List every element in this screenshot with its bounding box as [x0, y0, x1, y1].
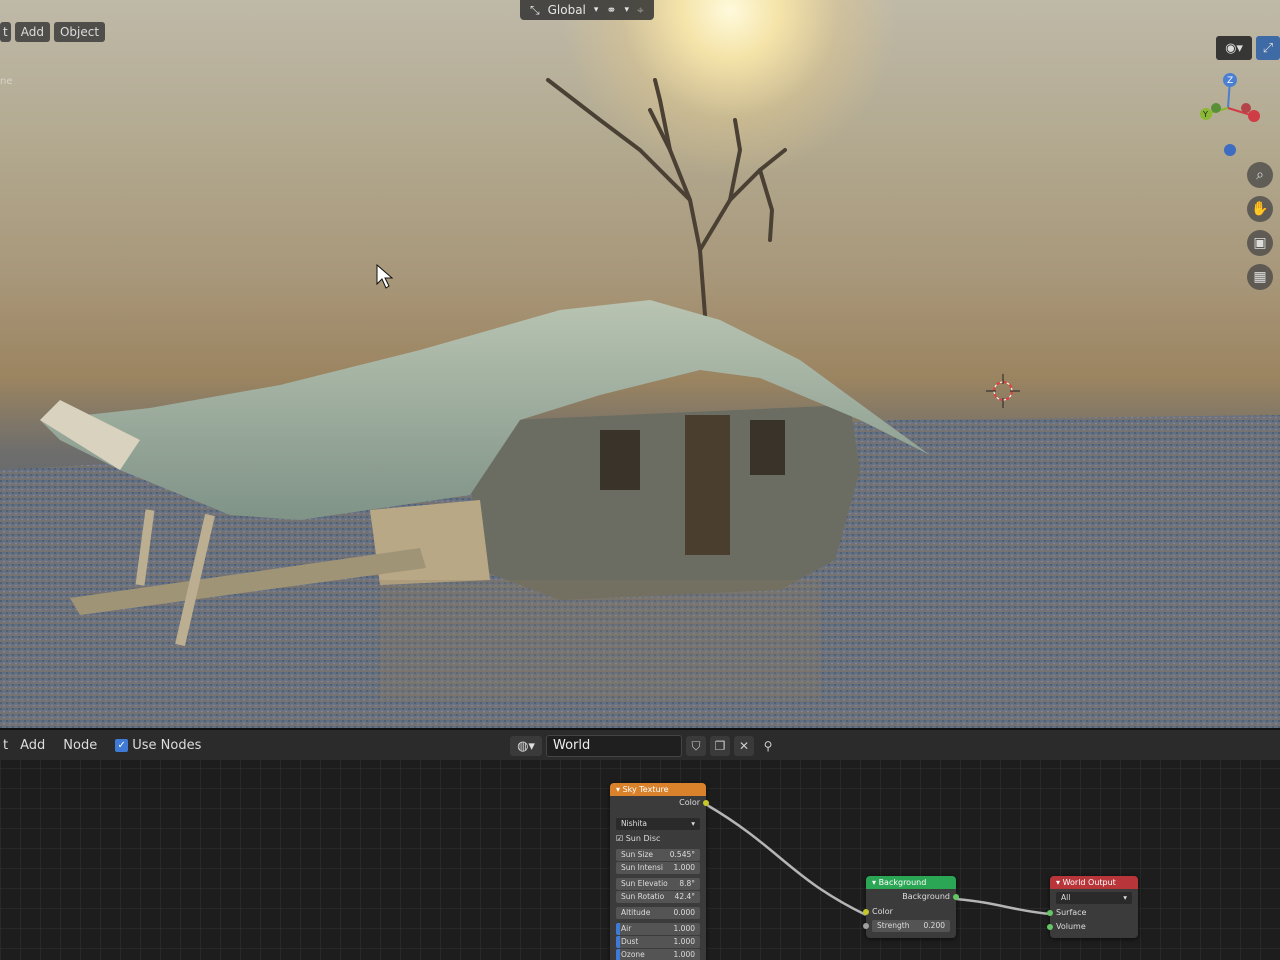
- gizmo-icon: ⤢: [1262, 40, 1274, 56]
- strength-field[interactable]: Strength 0.200: [863, 920, 950, 932]
- dust-field[interactable]: Dust 1.000: [616, 936, 700, 948]
- chevron-down-icon: ▾: [1123, 893, 1127, 902]
- camera-icon[interactable]: ▣: [1247, 230, 1273, 256]
- output-target-value: All: [1061, 893, 1071, 902]
- chevron-down-icon: ▾: [691, 819, 695, 828]
- sun-disc-toggle[interactable]: ☑ Sun Disc: [610, 832, 706, 845]
- field-value: 1.000: [673, 863, 695, 872]
- output-target-dropdown[interactable]: All ▾: [1056, 892, 1132, 904]
- menu-add[interactable]: Add: [14, 22, 50, 42]
- ozone-field[interactable]: Ozone 1.000: [616, 949, 700, 960]
- field-value: 0.000: [673, 908, 695, 917]
- menu-partial[interactable]: t: [0, 22, 11, 42]
- field-value: 1.000: [673, 937, 695, 946]
- house-wall: [470, 405, 860, 600]
- output-socket-color[interactable]: [703, 800, 709, 806]
- input-socket-surface[interactable]: [1047, 910, 1053, 916]
- field-value: 1.000: [673, 950, 695, 959]
- sun-disc-label: Sun Disc: [625, 834, 661, 843]
- input-socket-strength[interactable]: [863, 923, 869, 929]
- surface-label: Surface: [1056, 908, 1087, 917]
- field-value: 0.545°: [669, 850, 695, 859]
- eye-icon: ◉▾: [1225, 40, 1243, 56]
- input-socket-volume[interactable]: [1047, 924, 1053, 930]
- snap-icon[interactable]: ⌖: [637, 3, 644, 18]
- 3d-cursor-icon[interactable]: [986, 374, 1020, 408]
- sun-rotation-field[interactable]: Sun Rotatio 42.4°: [616, 891, 700, 903]
- background-output-label: Background: [902, 892, 950, 901]
- sky-color-output-label: Color: [679, 798, 700, 807]
- field-value: 8.8°: [679, 879, 695, 888]
- viewport-header-menu: t Add Object: [0, 22, 106, 42]
- dead-tree: [546, 78, 787, 317]
- sky-type-value: Nishita: [621, 819, 647, 828]
- pan-hand-icon[interactable]: ✋: [1247, 196, 1273, 222]
- mouse-cursor-icon: [376, 264, 394, 289]
- menu-object[interactable]: Object: [53, 22, 106, 42]
- output-socket-background[interactable]: [953, 894, 959, 900]
- transform-orientation-icon: ⤡: [530, 2, 540, 17]
- altitude-field[interactable]: Altitude 0.000: [616, 907, 700, 919]
- volume-input: Volume: [1047, 920, 1138, 934]
- surface-input: Surface: [1047, 906, 1138, 920]
- field-label: Altitude: [621, 908, 651, 917]
- zoom-icon[interactable]: ⌕: [1247, 162, 1273, 188]
- transform-toolbar: ⤡ Global ▾ ⚭ ▾ ⌖: [520, 0, 654, 20]
- strength-value: 0.200: [923, 921, 945, 930]
- chevron-down-icon: ▾: [624, 5, 630, 15]
- color-input-label: Color: [872, 907, 893, 916]
- sun-intensity-field[interactable]: Sun Intensi 1.000: [616, 862, 700, 874]
- grid-perspective-icon[interactable]: ▦: [1247, 264, 1273, 290]
- strength-label: Strength: [877, 921, 910, 930]
- field-label: Dust: [621, 937, 639, 946]
- field-label: Sun Intensi: [621, 863, 663, 872]
- background-title: Background: [878, 878, 927, 887]
- shader-node-editor[interactable]: t Add Node ✓ Use Nodes ◍▾ World ⛉ ❐ ✕ ⚲ …: [0, 728, 1280, 960]
- background-color-input: Color: [863, 905, 956, 919]
- field-label: Sun Size: [621, 850, 654, 859]
- gizmo-toggle[interactable]: ⤢: [1256, 36, 1280, 60]
- field-value: 1.000: [673, 924, 695, 933]
- scene-render: [0, 78, 1280, 728]
- sun-elevation-field[interactable]: Sun Elevatio 8.8°: [616, 878, 700, 890]
- svg-text:Y: Y: [1202, 110, 1208, 119]
- volume-label: Volume: [1056, 922, 1086, 931]
- sky-texture-node[interactable]: ▾ Sky Texture Color Nishita ▾ ☑ Sun Disc…: [610, 783, 709, 960]
- checkbox-checked-icon[interactable]: ☑: [616, 834, 623, 843]
- sky-texture-title: Sky Texture: [622, 785, 669, 794]
- sky-type-dropdown[interactable]: Nishita ▾: [616, 818, 700, 830]
- field-label: Ozone: [621, 950, 645, 959]
- background-output: Background: [866, 889, 959, 905]
- chevron-down-icon: ▾: [593, 5, 599, 15]
- world-output-node-header[interactable]: ▾ World Output: [1050, 876, 1138, 889]
- field-label: Sun Rotatio: [621, 892, 665, 901]
- background-node[interactable]: ▾ Background Background Color Strength 0…: [863, 876, 959, 938]
- sky-color-output: Color: [610, 796, 709, 810]
- air-field[interactable]: Air 1.000: [616, 923, 700, 935]
- sun-size-field[interactable]: Sun Size 0.545°: [616, 849, 700, 861]
- viewport-side-label: ne: [0, 76, 13, 87]
- input-socket-color[interactable]: [863, 909, 869, 915]
- collapse-arrow-icon[interactable]: ▾: [616, 785, 620, 794]
- 3d-viewport[interactable]: t Add Object ne ⤡ Global ▾ ⚭ ▾ ⌖ ◉▾ ⤢ Z …: [0, 0, 1280, 728]
- sky-texture-node-header[interactable]: ▾ Sky Texture: [610, 783, 706, 796]
- svg-text:Z: Z: [1227, 76, 1233, 86]
- transform-orientation-dropdown[interactable]: Global: [548, 3, 586, 17]
- field-value: 42.4°: [674, 892, 695, 901]
- axis-gizmo[interactable]: Z Y: [1190, 68, 1270, 163]
- collapse-arrow-icon[interactable]: ▾: [1056, 878, 1060, 887]
- background-node-header[interactable]: ▾ Background: [866, 876, 956, 889]
- visibility-dropdown[interactable]: ◉▾: [1216, 36, 1252, 60]
- pivot-icon[interactable]: ⚭: [606, 3, 616, 17]
- world-output-node[interactable]: ▾ World Output All ▾ Surface Volume: [1047, 876, 1138, 938]
- world-output-title: World Output: [1062, 878, 1116, 887]
- field-label: Sun Elevatio: [621, 879, 668, 888]
- field-label: Air: [621, 924, 632, 933]
- collapse-arrow-icon[interactable]: ▾: [872, 878, 876, 887]
